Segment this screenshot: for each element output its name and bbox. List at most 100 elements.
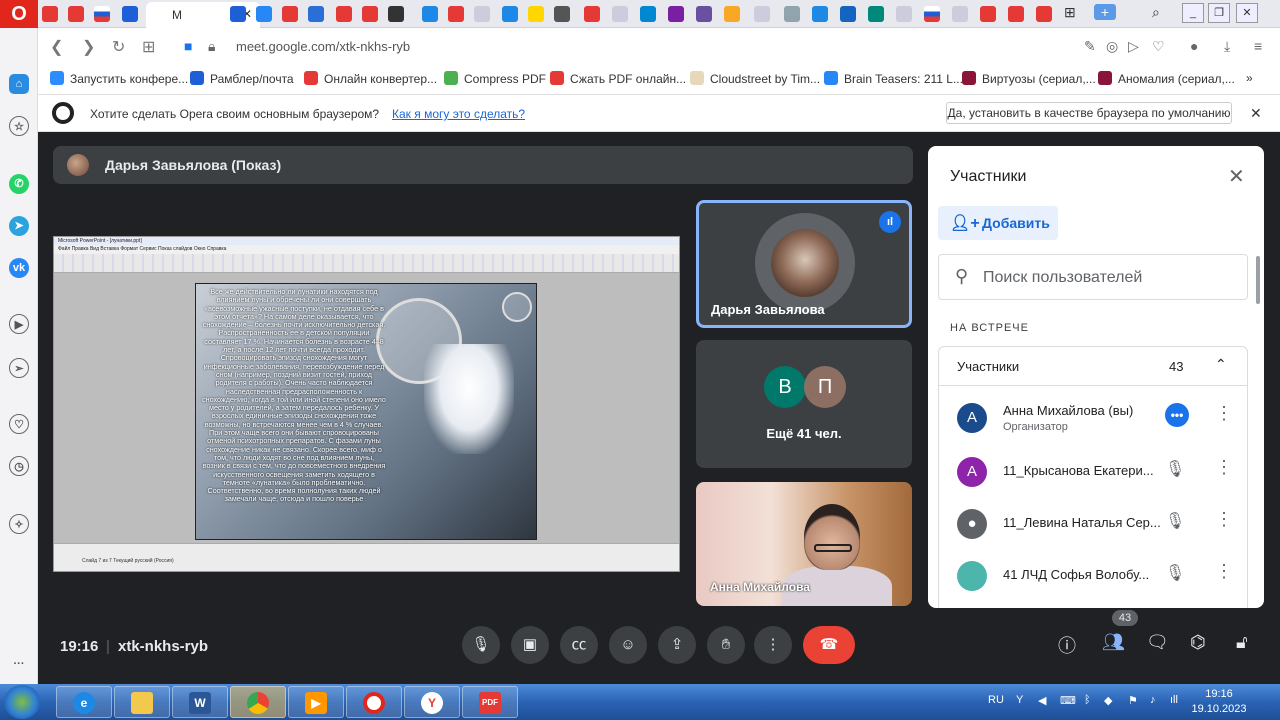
camera-indicator-icon[interactable]: ■ <box>184 38 192 54</box>
tab-favicon[interactable] <box>1008 6 1024 22</box>
chat-icon[interactable]: 🗨︎ <box>1146 632 1169 653</box>
minimize-button[interactable]: _ <box>1182 3 1204 23</box>
search-input[interactable]: ⚲ Поиск пользователей <box>938 254 1248 300</box>
tab-favicon[interactable] <box>362 6 378 22</box>
home-icon[interactable]: ⌂ <box>9 74 29 94</box>
account-icon[interactable]: ● <box>1190 38 1198 54</box>
more-options-icon[interactable]: ⋮ <box>1215 509 1233 530</box>
speed-dial-icon[interactable]: ⊞ <box>142 37 155 57</box>
tab-favicon[interactable] <box>784 6 800 22</box>
bookmark-item[interactable]: Cloudstreet by Tim... <box>690 71 820 86</box>
lock-icon[interactable]: 🔒︎ <box>208 38 215 55</box>
chevron-up-icon[interactable]: ⌃ <box>1215 356 1227 373</box>
tab-favicon[interactable] <box>1036 6 1052 22</box>
tab-favicon[interactable] <box>640 6 656 22</box>
tab-favicon[interactable] <box>724 6 740 22</box>
participant-tile-speaker[interactable]: ıl Дарья Завьялова <box>696 200 912 328</box>
tab-favicon[interactable] <box>94 6 110 22</box>
bluetooth-tray-icon[interactable]: ᛒ <box>1084 694 1091 706</box>
taskbar-opera[interactable] <box>346 686 402 718</box>
flag-tray-icon[interactable]: ⚑ <box>1128 694 1138 707</box>
tab-favicon[interactable] <box>668 6 684 22</box>
tab-favicon[interactable] <box>308 6 324 22</box>
tab-favicon[interactable] <box>230 6 246 22</box>
participant-tile-others[interactable]: В П Ещё 41 чел. <box>696 340 912 468</box>
edit-icon[interactable]: ✎ <box>1084 38 1096 55</box>
menu-icon[interactable]: ≡ <box>1254 38 1262 54</box>
url-field[interactable]: meet.google.com/xtk-nkhs-ryb <box>236 39 410 54</box>
raise-hand-button[interactable]: ✋︎ <box>707 626 745 664</box>
tab-favicon[interactable] <box>336 6 352 22</box>
people-icon[interactable]: 👥︎ <box>1102 632 1125 653</box>
bookmark-item[interactable]: Аномалия (сериал,... <box>1098 71 1235 86</box>
send-icon[interactable]: ➢ <box>9 358 29 378</box>
keyboard-tray-icon[interactable]: ⌨ <box>1060 694 1076 707</box>
forward-icon[interactable]: ❯ <box>82 37 95 57</box>
add-people-button[interactable]: 👤︎+ Добавить <box>938 206 1058 240</box>
send-icon[interactable]: ▷ <box>1128 38 1139 55</box>
present-button[interactable]: ⇪ <box>658 626 696 664</box>
antivirus-tray-icon[interactable]: ◆ <box>1104 694 1112 707</box>
more-icon[interactable]: ··· <box>9 654 29 674</box>
start-button[interactable] <box>4 685 40 719</box>
tab-favicon[interactable] <box>840 6 856 22</box>
tab-favicon[interactable] <box>924 6 940 22</box>
language-indicator[interactable]: RU <box>988 694 1004 706</box>
new-tab-icon[interactable]: + <box>1094 4 1116 20</box>
participant-row[interactable]: ● 11_Левина Наталья Сер... 🎙︎ ⋮ <box>939 499 1247 549</box>
tab-favicon[interactable] <box>812 6 828 22</box>
tab-favicon[interactable] <box>282 6 298 22</box>
telegram-icon[interactable]: ➤ <box>9 216 29 236</box>
taskbar-explorer[interactable] <box>114 686 170 718</box>
tab-favicon[interactable] <box>554 6 570 22</box>
activities-icon[interactable]: ⌬ <box>1190 632 1206 653</box>
bookmarks-star-icon[interactable]: ☆ <box>9 116 29 136</box>
leave-call-button[interactable]: ☎︎ <box>803 626 855 664</box>
emoji-button[interactable]: ☺ <box>609 626 647 664</box>
tab-favicon[interactable] <box>980 6 996 22</box>
tab-favicon[interactable] <box>256 6 272 22</box>
reload-icon[interactable]: ↻ <box>112 37 125 57</box>
bookmark-item[interactable]: Compress PDF <box>444 71 546 86</box>
more-bookmarks-icon[interactable]: » <box>1246 71 1253 85</box>
volume-tray-icon[interactable]: ◀︎ <box>1038 694 1046 707</box>
shared-screen[interactable]: Microsoft PowerPoint - [лунатики.ppt] Фа… <box>53 236 680 572</box>
tab-favicon[interactable] <box>42 6 58 22</box>
tab-favicon[interactable] <box>122 6 138 22</box>
participant-row[interactable]: А Анна Михайлова (вы) Организатор ••• ⋮ <box>939 393 1247 443</box>
speaker-tray-icon[interactable]: ♪ <box>1150 694 1156 706</box>
tab-favicon[interactable] <box>388 6 404 22</box>
info-icon[interactable]: ⓘ <box>1058 632 1076 658</box>
mic-button[interactable]: 🎙︎ <box>462 626 500 664</box>
set-default-button[interactable]: Да, установить в качестве браузера по ум… <box>946 102 1232 124</box>
opera-logo-icon[interactable]: O <box>0 0 38 28</box>
taskbar-pdf[interactable]: PDF <box>462 686 518 718</box>
close-icon[interactable]: ✕ <box>1228 164 1245 189</box>
whatsapp-icon[interactable]: ✆ <box>9 174 29 194</box>
more-options-button[interactable]: ⋮ <box>754 626 792 664</box>
how-to-link[interactable]: Как я могу это сделать? <box>392 107 525 121</box>
participant-row[interactable]: А 11_Крысанова Екатери... 🎙︎ ⋮ <box>939 447 1247 497</box>
tab-favicon[interactable] <box>952 6 968 22</box>
more-options-icon[interactable]: ⋮ <box>1215 561 1233 582</box>
close-window-button[interactable]: ✕ <box>1236 3 1258 23</box>
tab-favicon[interactable] <box>612 6 628 22</box>
taskbar-ie[interactable]: e <box>56 686 112 718</box>
bookmark-item[interactable]: Онлайн конвертер... <box>304 71 437 86</box>
taskbar-player[interactable]: ▶ <box>288 686 344 718</box>
bookmark-item[interactable]: Рамблер/почта <box>190 71 294 86</box>
more-options-icon[interactable]: ⋮ <box>1215 457 1233 478</box>
player-icon[interactable]: ▶ <box>9 314 29 334</box>
tab-favicon[interactable] <box>68 6 84 22</box>
tab-grid-icon[interactable]: ⊞ <box>1064 4 1076 21</box>
host-controls-icon[interactable]: 🔓︎ <box>1236 632 1248 653</box>
tab-favicon[interactable] <box>868 6 884 22</box>
system-clock[interactable]: 19:16 19.10.2023 <box>1186 687 1252 717</box>
tab-favicon[interactable] <box>474 6 490 22</box>
snapshot-icon[interactable]: ◎ <box>1106 38 1118 55</box>
more-options-icon[interactable]: ⋮ <box>1215 403 1233 424</box>
taskbar-word[interactable]: W <box>172 686 228 718</box>
panel-scrollbar[interactable] <box>1256 256 1260 304</box>
tab-favicon[interactable] <box>502 6 518 22</box>
taskbar-yandex[interactable]: Y <box>404 686 460 718</box>
